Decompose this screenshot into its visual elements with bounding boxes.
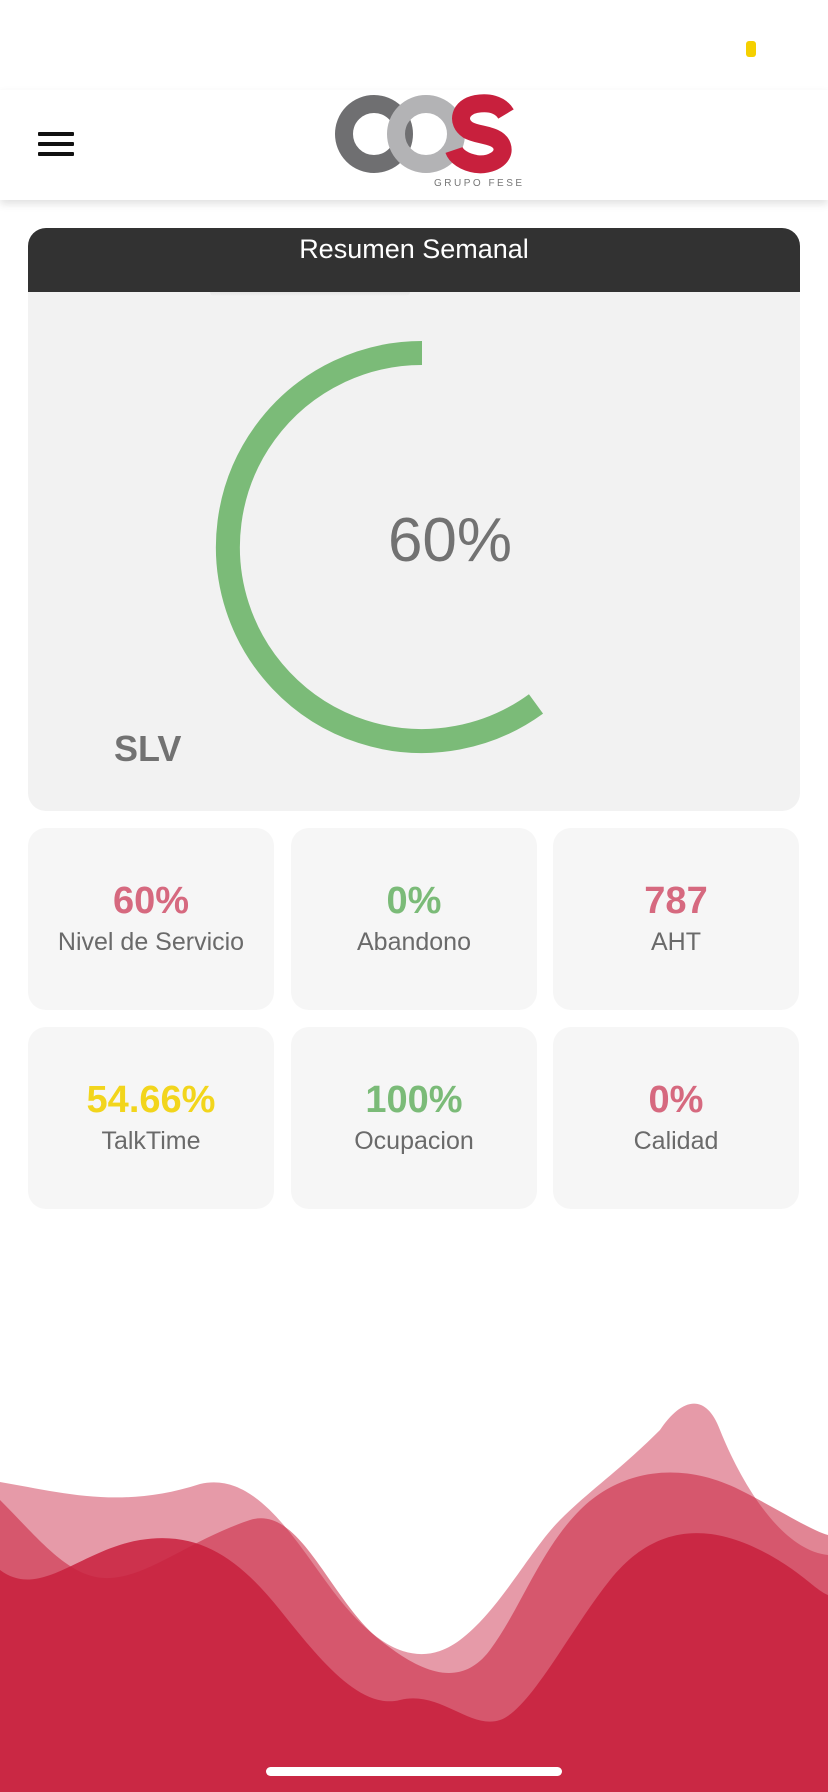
decorative-waves [0,1403,828,1792]
kpi-value: 100% [365,1079,463,1121]
kpi-value: 60% [112,880,190,922]
kpi-value: 0% [386,880,442,922]
kpi-tile-nivel-de-servicio: 60% Nivel de Servicio [28,828,274,1010]
kpi-tile-calidad: 0% Calidad [553,1027,799,1209]
kpi-label: Nivel de Servicio [57,928,245,956]
menu-line-icon [38,152,74,156]
gauge-label: SLV [114,728,182,769]
kpi-tile-abandono: 0% Abandono [291,828,537,1010]
app-screen: GRUPO FESE Resumen Semanal 60% SLV 60% N… [0,0,828,1792]
hamburger-menu-button[interactable] [30,120,82,164]
kpi-label: TalkTime [101,1127,201,1155]
kpi-tile-talktime: 54.66% TalkTime [28,1027,274,1209]
battery-icon [746,41,756,57]
gauge-value: 60% [387,506,513,575]
kpi-label: AHT [651,928,701,956]
status-bar [0,0,828,90]
kpi-label: Calidad [633,1127,719,1155]
menu-line-icon [38,132,74,136]
menu-line-icon [38,142,74,146]
ocs-logo-icon [335,94,514,174]
kpi-value: 0% [648,1079,704,1121]
kpi-value: 787 [644,880,708,922]
logo-subtitle: GRUPO FESE [434,178,525,189]
kpi-value: 54.66% [86,1079,216,1121]
home-indicator[interactable] [266,1767,562,1776]
kpi-label: Ocupacion [354,1127,474,1155]
kpi-label: Abandono [356,928,471,956]
kpi-tile-aht: 787 AHT [553,828,799,1010]
weekly-summary-card: Resumen Semanal 60% SLV [28,228,800,811]
kpi-tile-ocupacion: 100% Ocupacion [291,1027,537,1209]
ocs-logo: GRUPO FESE [330,94,530,196]
app-header: GRUPO FESE [0,90,828,200]
